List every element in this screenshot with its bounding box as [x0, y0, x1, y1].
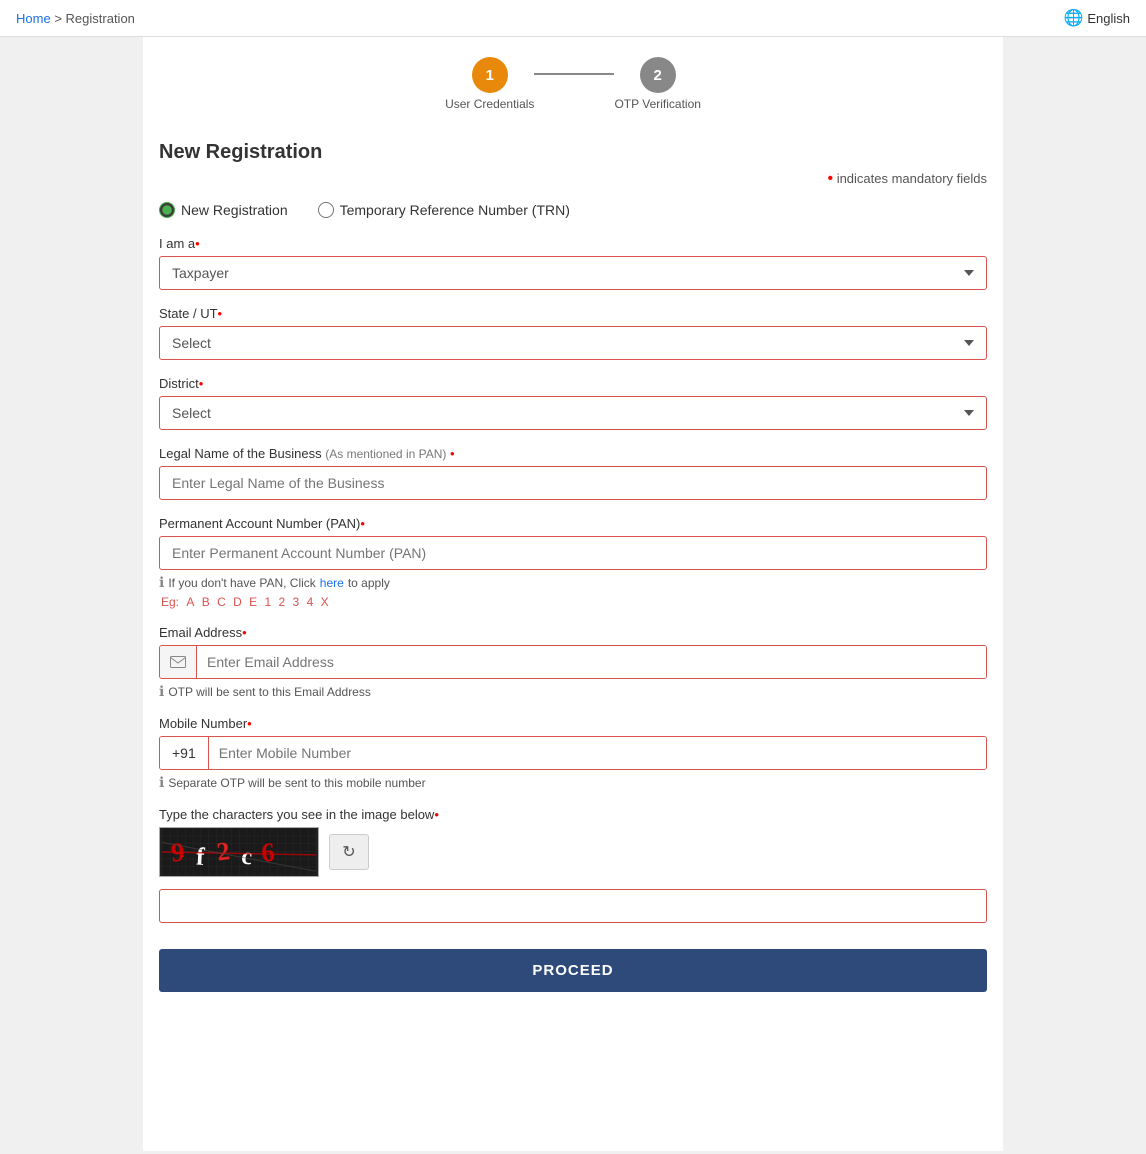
pan-input[interactable]: [159, 536, 987, 570]
state-select[interactable]: Select: [159, 326, 987, 360]
stepper: 1 User Credentials 2 OTP Verification: [159, 57, 987, 111]
captcha-svg: 9 f 2 c 6: [160, 828, 318, 876]
pan-char-1: A: [186, 595, 194, 609]
i-am-a-select[interactable]: Taxpayer: [159, 256, 987, 290]
email-required: •: [242, 625, 247, 640]
captcha-image: 9 f 2 c 6: [159, 827, 319, 877]
pan-required: •: [360, 516, 365, 531]
pan-char-9: 4: [307, 595, 314, 609]
pan-hint: ℹ If you don't have PAN, Click here to a…: [159, 574, 987, 591]
breadcrumb-separator: >: [54, 11, 62, 26]
step-1: 1 User Credentials: [445, 57, 534, 111]
step2-circle: 2: [640, 57, 676, 93]
district-select[interactable]: Select: [159, 396, 987, 430]
email-hint: ℹ OTP will be sent to this Email Address: [159, 683, 987, 700]
i-am-a-label: I am a•: [159, 236, 987, 251]
radio-new-registration-input[interactable]: [159, 202, 175, 218]
pan-char-2: B: [202, 595, 210, 609]
mobile-input[interactable]: [209, 737, 986, 769]
registration-type-group: New Registration Temporary Reference Num…: [159, 202, 987, 218]
step1-circle: 1: [472, 57, 508, 93]
pan-group: Permanent Account Number (PAN)• ℹ If you…: [159, 516, 987, 609]
email-input[interactable]: [197, 646, 986, 678]
breadcrumb-home[interactable]: Home: [16, 11, 51, 26]
mobile-info-icon: ℹ: [159, 774, 164, 791]
email-group: Email Address• ℹ OTP will be sent to thi…: [159, 625, 987, 700]
step-line: [534, 73, 614, 75]
language-label: English: [1087, 11, 1130, 26]
state-required: •: [218, 306, 223, 321]
mobile-label: Mobile Number•: [159, 716, 987, 731]
radio-trn-label: Temporary Reference Number (TRN): [340, 202, 570, 218]
refresh-icon: ↻: [342, 842, 355, 862]
i-am-a-group: I am a• Taxpayer: [159, 236, 987, 290]
email-label: Email Address•: [159, 625, 987, 640]
captcha-row: 9 f 2 c 6 ↻: [159, 827, 987, 877]
language-selector[interactable]: 🌐 English: [1063, 8, 1130, 28]
state-label: State / UT•: [159, 306, 987, 321]
pan-example: Eg: A B C D E 1 2 3 4 X: [159, 595, 987, 609]
mobile-group: Mobile Number• +91 ℹ Separate OTP will b…: [159, 716, 987, 791]
captcha-label: Type the characters you see in the image…: [159, 807, 987, 822]
pan-char-8: 3: [293, 595, 300, 609]
captcha-required: •: [434, 807, 439, 822]
pan-char-3: C: [217, 595, 226, 609]
step2-label: OTP Verification: [614, 97, 700, 111]
state-group: State / UT• Select: [159, 306, 987, 360]
pan-hint-link[interactable]: here: [320, 576, 344, 590]
email-info-icon: ℹ: [159, 683, 164, 700]
district-group: District• Select: [159, 376, 987, 430]
legal-name-group: Legal Name of the Business (As mentioned…: [159, 446, 987, 500]
legal-name-sub: (As mentioned in PAN): [325, 447, 446, 461]
radio-trn-input[interactable]: [318, 202, 334, 218]
pan-char-7: 2: [279, 595, 286, 609]
captcha-group: Type the characters you see in the image…: [159, 807, 987, 923]
email-icon: [160, 646, 197, 678]
pan-char-4: D: [233, 595, 242, 609]
legal-name-input[interactable]: [159, 466, 987, 500]
district-required: •: [199, 376, 204, 391]
radio-trn[interactable]: Temporary Reference Number (TRN): [318, 202, 570, 218]
mandatory-note: • indicates mandatory fields: [159, 170, 987, 188]
page-title: New Registration: [159, 141, 987, 164]
pan-char-10: X: [321, 595, 329, 609]
i-am-a-required: •: [195, 236, 200, 251]
pan-info-icon: ℹ: [159, 574, 164, 591]
legal-name-required: •: [450, 446, 455, 461]
top-bar: Home > Registration 🌐 English: [0, 0, 1146, 37]
step-2: 2 OTP Verification: [614, 57, 700, 111]
mobile-hint: ℹ Separate OTP will be sent to this mobi…: [159, 774, 987, 791]
district-label: District•: [159, 376, 987, 391]
pan-char-5: E: [249, 595, 257, 609]
mandatory-text: indicates mandatory fields: [837, 171, 987, 186]
mobile-input-wrapper: +91: [159, 736, 987, 770]
main-content: 1 User Credentials 2 OTP Verification Ne…: [143, 37, 1003, 1151]
mandatory-dot: •: [827, 170, 833, 187]
captcha-refresh-button[interactable]: ↻: [329, 834, 369, 870]
email-input-wrapper: [159, 645, 987, 679]
globe-icon: 🌐: [1063, 8, 1083, 28]
breadcrumb-current: Registration: [66, 11, 135, 26]
envelope-icon: [170, 656, 186, 668]
breadcrumb: Home > Registration: [16, 11, 135, 26]
radio-new-registration[interactable]: New Registration: [159, 202, 288, 218]
radio-new-registration-label: New Registration: [181, 202, 288, 218]
pan-char-6: 1: [264, 595, 271, 609]
step1-label: User Credentials: [445, 97, 534, 111]
proceed-button[interactable]: PROCEED: [159, 949, 987, 992]
legal-name-label: Legal Name of the Business (As mentioned…: [159, 446, 987, 461]
mobile-prefix: +91: [160, 737, 209, 769]
pan-label: Permanent Account Number (PAN)•: [159, 516, 987, 531]
captcha-input[interactable]: [159, 889, 987, 923]
mobile-required: •: [247, 716, 252, 731]
